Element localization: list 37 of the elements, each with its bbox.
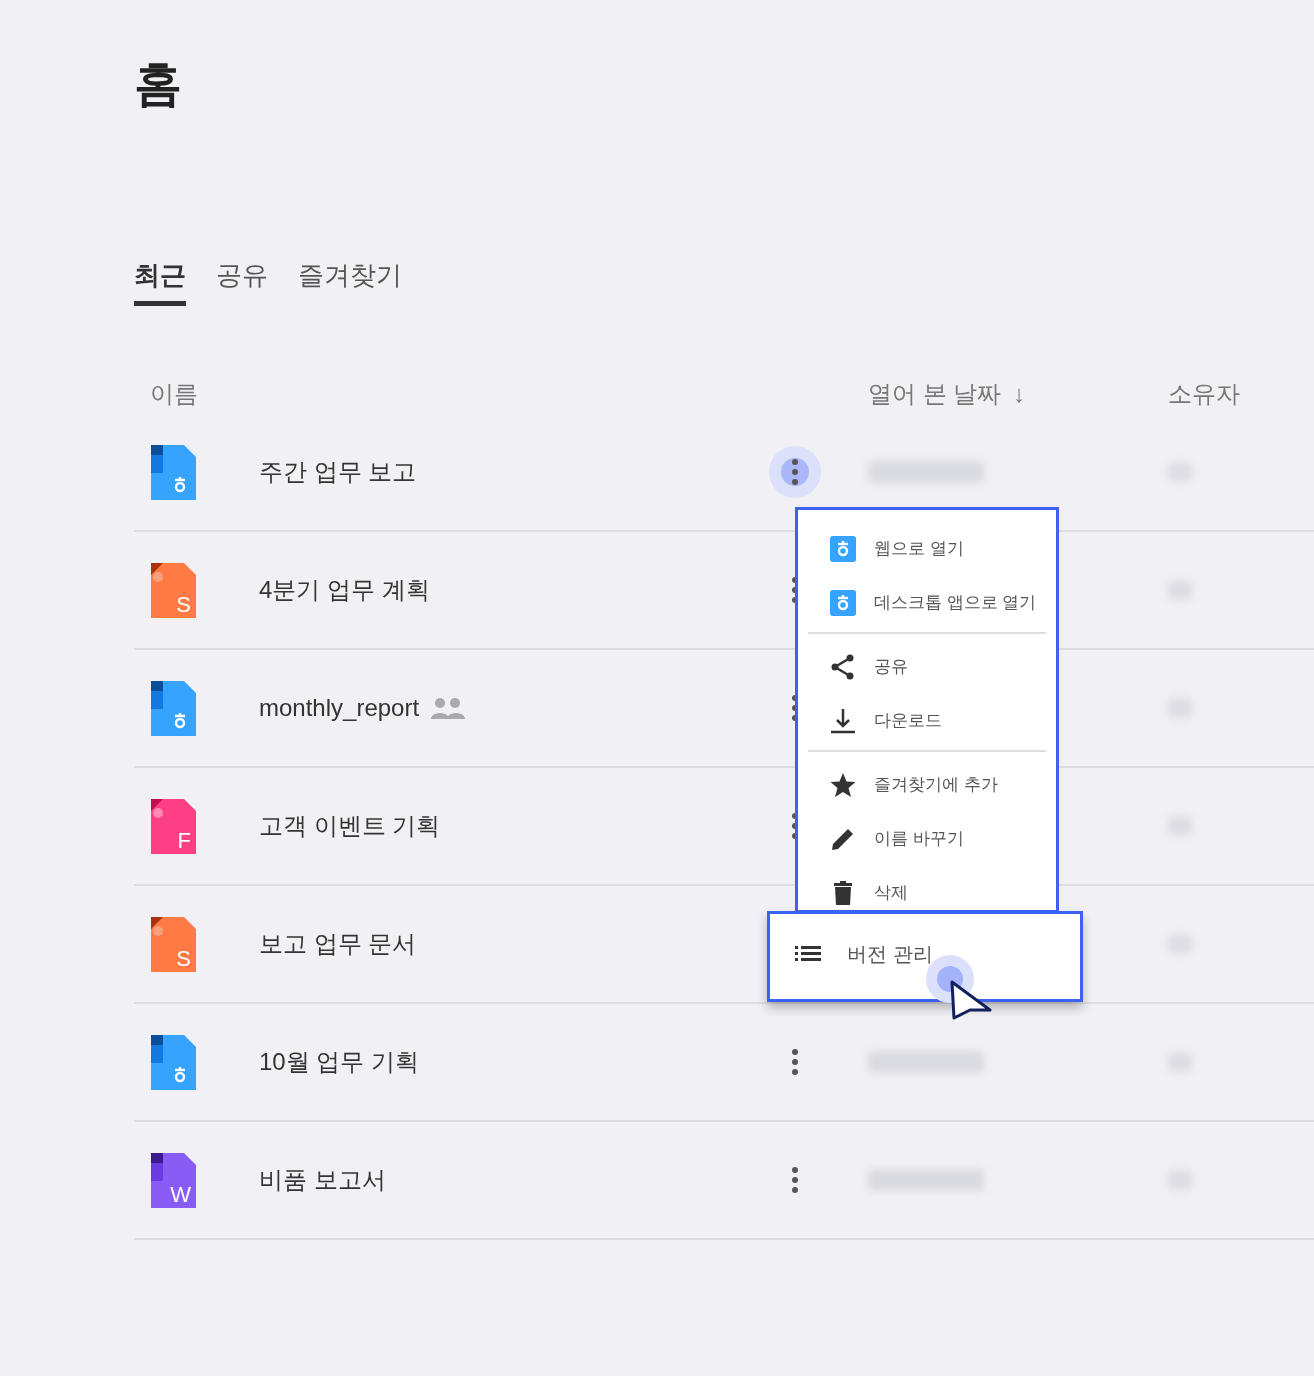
file-name: 주간 업무 보고 <box>259 457 417 487</box>
app-icon <box>830 536 856 562</box>
more-button[interactable] <box>790 1165 800 1195</box>
page-title: 홈 <box>134 56 183 112</box>
file-name: 보고 업무 문서 <box>259 929 417 959</box>
menu-item[interactable]: 버전 관리 <box>770 928 1080 980</box>
tab[interactable]: 공유 <box>216 256 268 306</box>
app-icon <box>830 590 856 616</box>
file-icon: S <box>151 562 196 618</box>
file-row[interactable]: W 비품 보고서 <box>134 1122 1314 1240</box>
file-icon: W <box>151 1152 196 1208</box>
pencil-icon <box>830 826 856 852</box>
menu-item[interactable]: 이름 바꾸기 <box>808 812 1046 866</box>
file-name: 비품 보고서 <box>259 1165 386 1195</box>
tab[interactable]: 최근 <box>134 256 186 306</box>
file-icon <box>151 680 196 736</box>
column-header: 이름 <box>149 379 199 409</box>
file-icon: S <box>151 916 196 972</box>
menu-item[interactable]: 다운로드 <box>808 694 1046 748</box>
file-icon <box>151 444 196 500</box>
star-icon <box>830 772 856 798</box>
file-icon: F <box>151 798 196 854</box>
menu-item[interactable]: 데스크톱 앱으로 열기 <box>808 576 1046 630</box>
file-icon <box>151 1034 196 1090</box>
file-name: 고객 이벤트 기획 <box>259 811 441 841</box>
sort-arrow-icon[interactable]: ↓ <box>1013 376 1026 412</box>
file-name: 4분기 업무 계획 <box>259 575 430 605</box>
file-row[interactable]: 10월 업무 기획 <box>134 1004 1314 1122</box>
share-icon <box>830 654 856 680</box>
file-name: monthly_report <box>259 693 420 723</box>
download-icon <box>830 708 856 734</box>
column-header: 소유자 <box>1168 379 1240 409</box>
more-button[interactable] <box>790 457 800 487</box>
column-header[interactable]: 열어 본 날짜 <box>868 376 1002 412</box>
tab[interactable]: 즐겨찾기 <box>298 256 402 306</box>
file-name: 10월 업무 기획 <box>259 1047 420 1077</box>
more-button[interactable] <box>790 1047 800 1077</box>
